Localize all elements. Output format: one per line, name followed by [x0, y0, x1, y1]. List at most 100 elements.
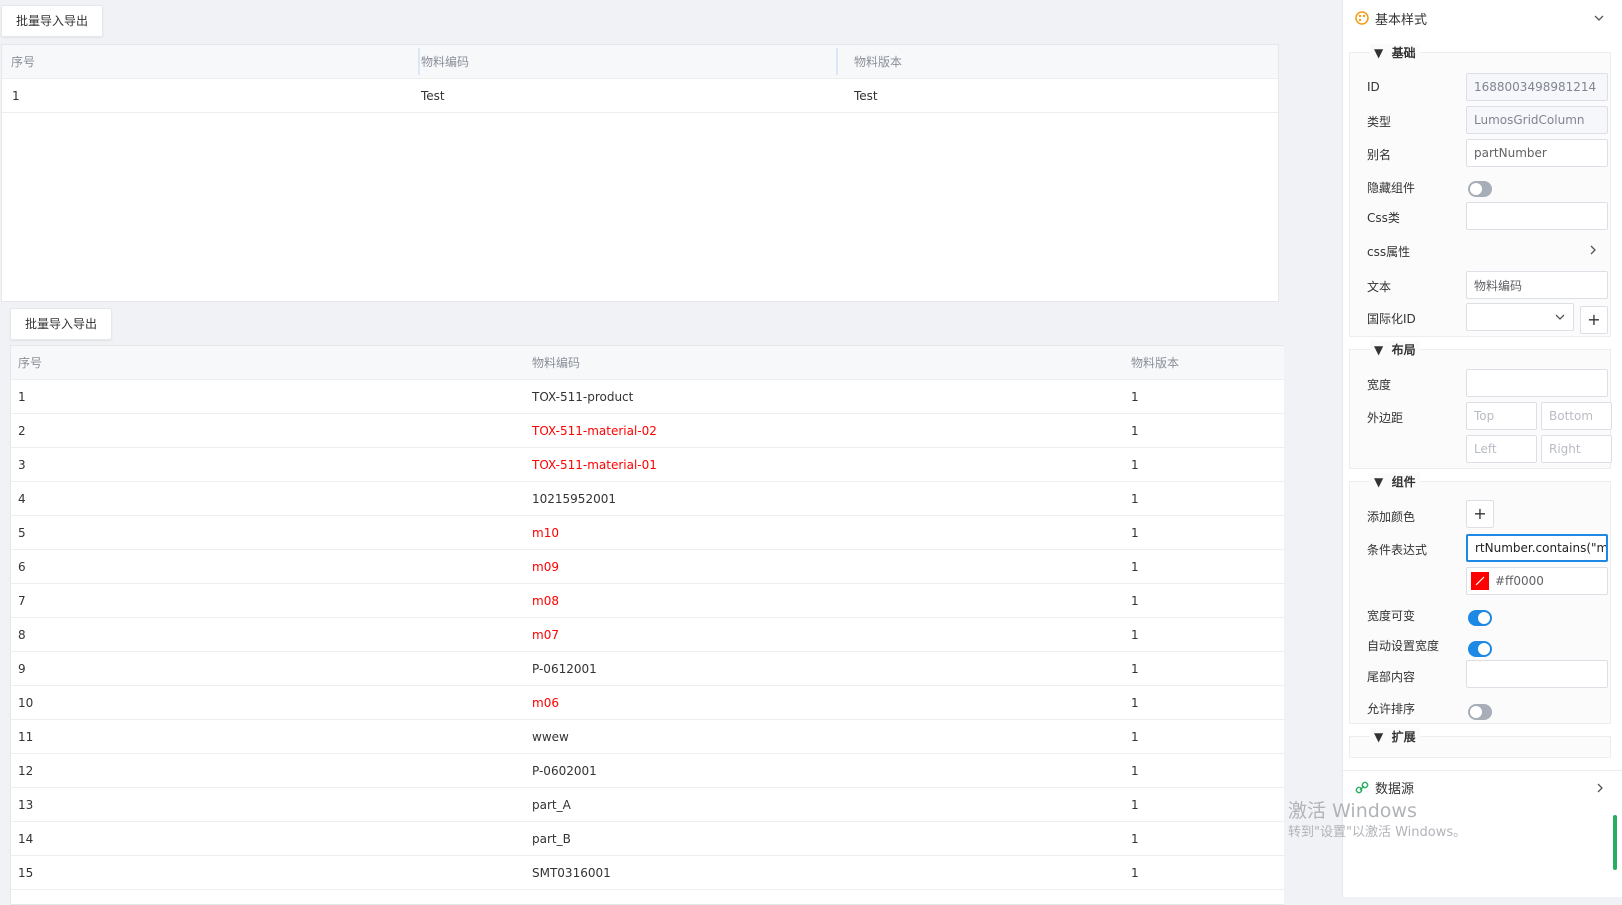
table-row[interactable]: 5 m10 1 — [11, 516, 1284, 550]
panel-scrollbar[interactable] — [1613, 815, 1617, 870]
margin-label: 外边距 — [1367, 411, 1404, 425]
top-col-version[interactable]: 物料版本 — [854, 45, 902, 78]
row-code: Test — [421, 88, 445, 103]
table-row[interactable]: 4 10215952001 1 — [11, 482, 1284, 516]
text-label: 文本 — [1367, 280, 1392, 294]
section-layout-title[interactable]: ▼ 布局 — [1370, 341, 1420, 358]
css-attr-label[interactable]: css属性 — [1367, 243, 1410, 260]
css-class-field[interactable] — [1466, 202, 1608, 230]
row-index: 14 — [18, 831, 34, 846]
table-row[interactable]: 11 wwew 1 — [11, 720, 1284, 754]
panel-header-basic-style[interactable]: 基本样式 — [1343, 0, 1622, 36]
windows-activation-watermark-subtitle: 转到"设置"以激活 Windows。 — [1288, 825, 1467, 840]
section-extend-title[interactable]: ▼ 扩展 — [1370, 728, 1420, 745]
i18n-id-select[interactable] — [1466, 303, 1574, 331]
alias-label: 别名 — [1367, 148, 1392, 162]
row-version: 1 — [1131, 423, 1139, 438]
margin-top-field[interactable]: Top — [1466, 402, 1537, 430]
hide-component-toggle[interactable] — [1468, 181, 1492, 197]
bottom-col-code[interactable]: 物料编码 — [532, 346, 580, 379]
table-row[interactable]: 2 TOX-511-material-02 1 — [11, 414, 1284, 448]
top-batch-import-export-button[interactable]: 批量导入导出 — [1, 5, 104, 37]
bottom-col-version[interactable]: 物料版本 — [1131, 346, 1179, 379]
section-basic: ▼ 基础 ID 1688003498981214 类型 LumosGridCol… — [1349, 44, 1611, 337]
row-index: 10 — [18, 695, 34, 710]
table-row[interactable]: 10 m06 1 — [11, 686, 1284, 720]
id-field[interactable]: 1688003498981214 — [1466, 73, 1608, 101]
auto-width-label: 自动设置宽度 — [1367, 639, 1440, 653]
table-row[interactable]: 14 part_B 1 — [11, 822, 1284, 856]
auto-width-toggle[interactable] — [1468, 641, 1492, 657]
color-swatch[interactable] — [1471, 572, 1489, 590]
table-row[interactable]: 6 m09 1 — [11, 550, 1284, 584]
margin-left-field[interactable]: Left — [1466, 435, 1537, 463]
table-row[interactable]: 1 TOX-511-product 1 — [11, 380, 1284, 414]
row-code: part_A — [532, 797, 571, 812]
table-row[interactable]: 1 Test Test — [2, 79, 1278, 113]
table-row[interactable]: 3 TOX-511-material-01 1 — [11, 448, 1284, 482]
css-class-label: Css类 — [1367, 211, 1400, 225]
row-version: 1 — [1131, 763, 1139, 778]
bottom-col-index[interactable]: 序号 — [18, 346, 42, 379]
add-color-label: 添加颜色 — [1367, 510, 1416, 524]
bottom-grid-header: 序号 物料编码 物料版本 — [11, 346, 1284, 380]
row-index: 1 — [12, 88, 20, 103]
table-row[interactable]: 7 m08 1 — [11, 584, 1284, 618]
row-code: SMT0316001 — [532, 865, 611, 880]
row-index: 6 — [18, 559, 26, 574]
panel-title: 基本样式 — [1375, 12, 1428, 28]
sortable-toggle[interactable] — [1468, 704, 1492, 720]
row-code: m06 — [532, 695, 559, 710]
footer-content-label: 尾部内容 — [1367, 670, 1416, 684]
row-code: TOX-511-material-01 — [532, 457, 657, 472]
chevron-right-icon[interactable] — [1588, 245, 1598, 255]
top-col-code[interactable]: 物料编码 — [421, 45, 469, 78]
row-version: 1 — [1131, 729, 1139, 744]
type-field[interactable]: LumosGridColumn — [1466, 106, 1608, 134]
bottom-grid-body: 1 TOX-511-product 1 2 TOX-511-material-02 1 3 T… — [11, 380, 1284, 890]
alias-field[interactable]: partNumber — [1466, 139, 1608, 167]
table-row[interactable]: 13 part_A 1 — [11, 788, 1284, 822]
chevron-right-icon[interactable] — [1595, 783, 1605, 793]
row-index: 3 — [18, 457, 26, 472]
bottom-batch-import-export-button[interactable]: 批量导入导出 — [10, 308, 113, 340]
color-picker-field[interactable]: #ff0000 — [1466, 567, 1608, 595]
top-col-resize-handle-2[interactable] — [836, 48, 838, 75]
table-row[interactable]: 15 SMT0316001 1 — [11, 856, 1284, 890]
top-col-resize-handle-1[interactable] — [418, 48, 420, 75]
row-version: 1 — [1131, 457, 1139, 472]
row-version: 1 — [1131, 491, 1139, 506]
section-basic-title[interactable]: ▼ 基础 — [1370, 44, 1420, 61]
margin-right-field[interactable]: Right — [1541, 435, 1612, 463]
row-version: 1 — [1131, 695, 1139, 710]
row-index: 9 — [18, 661, 26, 676]
sortable-label: 允许排序 — [1367, 702, 1416, 716]
add-color-button[interactable]: + — [1466, 500, 1494, 528]
row-index: 13 — [18, 797, 34, 812]
chevron-down-icon[interactable] — [1593, 12, 1605, 24]
color-value: #ff0000 — [1495, 574, 1544, 588]
footer-content-field[interactable] — [1466, 660, 1608, 688]
row-index: 11 — [18, 729, 34, 744]
row-code: 10215952001 — [532, 491, 616, 506]
row-code: m09 — [532, 559, 559, 574]
row-index: 1 — [18, 389, 26, 404]
margin-bottom-field[interactable]: Bottom — [1541, 402, 1612, 430]
datasource-label: 数据源 — [1375, 782, 1415, 797]
id-label: ID — [1367, 80, 1380, 94]
top-col-index[interactable]: 序号 — [11, 45, 35, 78]
table-row[interactable]: 12 P-0602001 1 — [11, 754, 1284, 788]
resizable-toggle[interactable] — [1468, 610, 1492, 626]
design-canvas: 批量导入导出 序号 物料编码 物料版本 1 Test Test 批量导入导出 序… — [0, 0, 1335, 905]
hide-component-label: 隐藏组件 — [1367, 181, 1416, 195]
section-component-title[interactable]: ▼ 组件 — [1370, 473, 1420, 490]
row-version: 1 — [1131, 797, 1139, 812]
condition-expression-field[interactable]: rtNumber.contains("m") — [1466, 534, 1608, 562]
row-code: P-0612001 — [532, 661, 597, 676]
add-i18n-button[interactable]: + — [1580, 306, 1608, 334]
row-version: Test — [854, 88, 878, 103]
table-row[interactable]: 8 m07 1 — [11, 618, 1284, 652]
width-field[interactable] — [1466, 369, 1608, 397]
table-row[interactable]: 9 P-0612001 1 — [11, 652, 1284, 686]
text-field[interactable]: 物料编码 — [1466, 271, 1608, 299]
